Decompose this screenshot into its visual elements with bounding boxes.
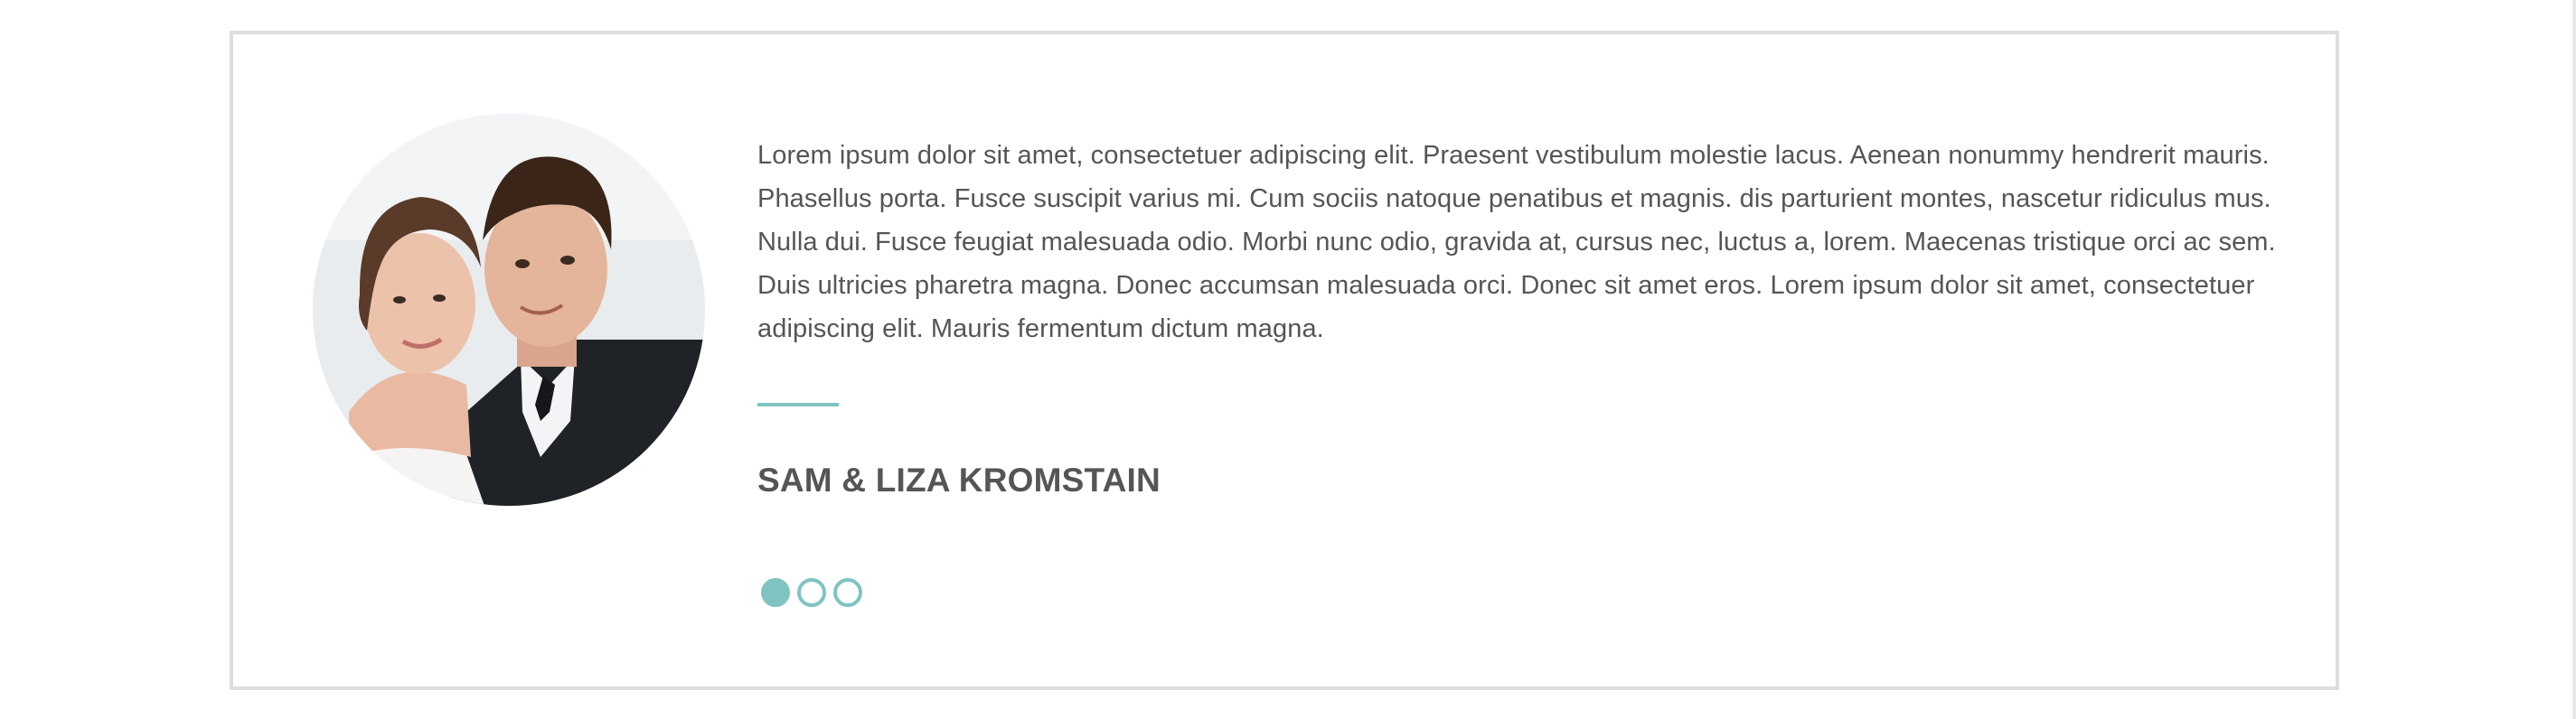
testimonial-pager (761, 578, 862, 607)
pager-dot-3[interactable] (833, 578, 862, 607)
avatar (313, 114, 705, 506)
pager-dot-2[interactable] (797, 578, 826, 607)
testimonial-quote: Lorem ipsum dolor sit amet, consectetuer… (757, 141, 2276, 343)
pager-dot-1[interactable] (761, 578, 790, 607)
couple-photo-icon (313, 114, 705, 506)
page-scrollbar[interactable] (2572, 0, 2576, 719)
testimonial-author: SAM & LIZA KROMSTAIN (757, 462, 1161, 499)
accent-divider (757, 403, 839, 406)
